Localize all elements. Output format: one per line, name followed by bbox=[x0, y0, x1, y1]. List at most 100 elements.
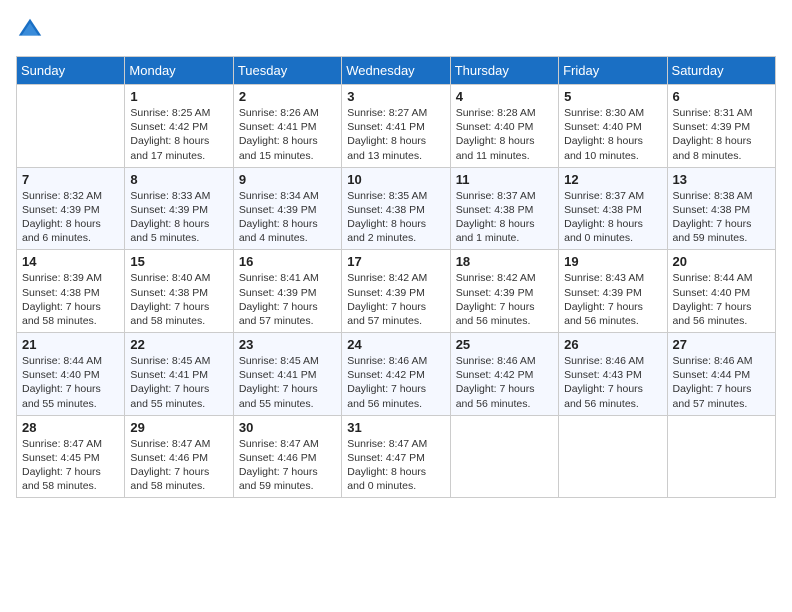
calendar-cell: 9 Sunrise: 8:34 AM Sunset: 4:39 PM Daylig… bbox=[233, 167, 341, 250]
day-info: Sunrise: 8:41 AM Sunset: 4:39 PM Dayligh… bbox=[239, 271, 336, 328]
calendar-cell: 10 Sunrise: 8:35 AM Sunset: 4:38 PM Dayli… bbox=[342, 167, 450, 250]
day-number: 18 bbox=[456, 254, 553, 269]
day-info: Sunrise: 8:47 AM Sunset: 4:45 PM Dayligh… bbox=[22, 437, 119, 494]
calendar-cell: 15 Sunrise: 8:40 AM Sunset: 4:38 PM Dayli… bbox=[125, 250, 233, 333]
day-info: Sunrise: 8:44 AM Sunset: 4:40 PM Dayligh… bbox=[22, 354, 119, 411]
day-info: Sunrise: 8:45 AM Sunset: 4:41 PM Dayligh… bbox=[239, 354, 336, 411]
calendar-week-row: 1Sunrise: 8:25 AM Sunset: 4:42 PM Daylig… bbox=[17, 85, 776, 168]
day-number: 11 bbox=[456, 172, 553, 187]
day-number: 21 bbox=[22, 337, 119, 352]
day-info: Sunrise: 8:42 AM Sunset: 4:39 PM Dayligh… bbox=[347, 271, 444, 328]
day-of-week-header: Sunday bbox=[17, 57, 125, 85]
day-info: Sunrise: 8:37 AM Sunset: 4:38 PM Dayligh… bbox=[456, 189, 553, 246]
calendar-week-row: 28Sunrise: 8:47 AM Sunset: 4:45 PM Dayli… bbox=[17, 415, 776, 498]
calendar-cell: 22 Sunrise: 8:45 AM Sunset: 4:41 PM Dayli… bbox=[125, 333, 233, 416]
day-number: 14 bbox=[22, 254, 119, 269]
calendar-cell: 3 Sunrise: 8:27 AM Sunset: 4:41 PM Daylig… bbox=[342, 85, 450, 168]
day-info: Sunrise: 8:34 AM Sunset: 4:39 PM Dayligh… bbox=[239, 189, 336, 246]
day-number: 24 bbox=[347, 337, 444, 352]
calendar-cell: 5Sunrise: 8:30 AM Sunset: 4:40 PM Daylig… bbox=[559, 85, 667, 168]
calendar-cell bbox=[667, 415, 775, 498]
calendar-cell: 20Sunrise: 8:44 AM Sunset: 4:40 PM Dayli… bbox=[667, 250, 775, 333]
day-number: 22 bbox=[130, 337, 227, 352]
day-number: 2 bbox=[239, 89, 336, 104]
day-number: 26 bbox=[564, 337, 661, 352]
day-number: 8 bbox=[130, 172, 227, 187]
day-info: Sunrise: 8:33 AM Sunset: 4:39 PM Dayligh… bbox=[130, 189, 227, 246]
calendar-header-row: SundayMondayTuesdayWednesdayThursdayFrid… bbox=[17, 57, 776, 85]
calendar-cell: 14Sunrise: 8:39 AM Sunset: 4:38 PM Dayli… bbox=[17, 250, 125, 333]
calendar-cell: 8 Sunrise: 8:33 AM Sunset: 4:39 PM Daylig… bbox=[125, 167, 233, 250]
day-number: 13 bbox=[673, 172, 770, 187]
calendar-cell bbox=[17, 85, 125, 168]
day-number: 23 bbox=[239, 337, 336, 352]
day-info: Sunrise: 8:40 AM Sunset: 4:38 PM Dayligh… bbox=[130, 271, 227, 328]
day-number: 7 bbox=[22, 172, 119, 187]
day-number: 16 bbox=[239, 254, 336, 269]
calendar-cell: 2 Sunrise: 8:26 AM Sunset: 4:41 PM Daylig… bbox=[233, 85, 341, 168]
calendar-week-row: 21 Sunrise: 8:44 AM Sunset: 4:40 PM Dayli… bbox=[17, 333, 776, 416]
calendar-cell: 29 Sunrise: 8:47 AM Sunset: 4:46 PM Dayli… bbox=[125, 415, 233, 498]
calendar-week-row: 7 Sunrise: 8:32 AM Sunset: 4:39 PM Daylig… bbox=[17, 167, 776, 250]
calendar-cell: 28Sunrise: 8:47 AM Sunset: 4:45 PM Dayli… bbox=[17, 415, 125, 498]
day-info: Sunrise: 8:47 AM Sunset: 4:47 PM Dayligh… bbox=[347, 437, 444, 494]
day-number: 25 bbox=[456, 337, 553, 352]
calendar-cell: 4 Sunrise: 8:28 AM Sunset: 4:40 PM Daylig… bbox=[450, 85, 558, 168]
calendar-week-row: 14Sunrise: 8:39 AM Sunset: 4:38 PM Dayli… bbox=[17, 250, 776, 333]
day-number: 3 bbox=[347, 89, 444, 104]
calendar-cell: 13 Sunrise: 8:38 AM Sunset: 4:38 PM Dayli… bbox=[667, 167, 775, 250]
day-number: 15 bbox=[130, 254, 227, 269]
day-info: Sunrise: 8:31 AM Sunset: 4:39 PM Dayligh… bbox=[673, 106, 770, 163]
day-info: Sunrise: 8:38 AM Sunset: 4:38 PM Dayligh… bbox=[673, 189, 770, 246]
day-info: Sunrise: 8:46 AM Sunset: 4:42 PM Dayligh… bbox=[456, 354, 553, 411]
day-info: Sunrise: 8:37 AM Sunset: 4:38 PM Dayligh… bbox=[564, 189, 661, 246]
day-number: 5 bbox=[564, 89, 661, 104]
calendar-cell: 26 Sunrise: 8:46 AM Sunset: 4:43 PM Dayli… bbox=[559, 333, 667, 416]
day-of-week-header: Wednesday bbox=[342, 57, 450, 85]
day-info: Sunrise: 8:46 AM Sunset: 4:43 PM Dayligh… bbox=[564, 354, 661, 411]
calendar-cell: 23 Sunrise: 8:45 AM Sunset: 4:41 PM Dayli… bbox=[233, 333, 341, 416]
day-of-week-header: Saturday bbox=[667, 57, 775, 85]
day-number: 10 bbox=[347, 172, 444, 187]
day-number: 12 bbox=[564, 172, 661, 187]
day-of-week-header: Tuesday bbox=[233, 57, 341, 85]
day-number: 29 bbox=[130, 420, 227, 435]
day-of-week-header: Friday bbox=[559, 57, 667, 85]
day-number: 4 bbox=[456, 89, 553, 104]
calendar-cell bbox=[450, 415, 558, 498]
day-of-week-header: Thursday bbox=[450, 57, 558, 85]
calendar-cell: 1Sunrise: 8:25 AM Sunset: 4:42 PM Daylig… bbox=[125, 85, 233, 168]
day-number: 31 bbox=[347, 420, 444, 435]
calendar-cell: 21 Sunrise: 8:44 AM Sunset: 4:40 PM Dayli… bbox=[17, 333, 125, 416]
day-info: Sunrise: 8:26 AM Sunset: 4:41 PM Dayligh… bbox=[239, 106, 336, 163]
day-of-week-header: Monday bbox=[125, 57, 233, 85]
day-number: 9 bbox=[239, 172, 336, 187]
day-info: Sunrise: 8:47 AM Sunset: 4:46 PM Dayligh… bbox=[130, 437, 227, 494]
calendar-cell: 27 Sunrise: 8:46 AM Sunset: 4:44 PM Dayli… bbox=[667, 333, 775, 416]
day-info: Sunrise: 8:25 AM Sunset: 4:42 PM Dayligh… bbox=[130, 106, 227, 163]
calendar-cell: 30 Sunrise: 8:47 AM Sunset: 4:46 PM Dayli… bbox=[233, 415, 341, 498]
day-number: 30 bbox=[239, 420, 336, 435]
day-number: 19 bbox=[564, 254, 661, 269]
calendar-table: SundayMondayTuesdayWednesdayThursdayFrid… bbox=[16, 56, 776, 498]
day-info: Sunrise: 8:32 AM Sunset: 4:39 PM Dayligh… bbox=[22, 189, 119, 246]
calendar-cell: 6 Sunrise: 8:31 AM Sunset: 4:39 PM Daylig… bbox=[667, 85, 775, 168]
calendar-cell: 11 Sunrise: 8:37 AM Sunset: 4:38 PM Dayli… bbox=[450, 167, 558, 250]
day-number: 6 bbox=[673, 89, 770, 104]
calendar-cell: 24 Sunrise: 8:46 AM Sunset: 4:42 PM Dayli… bbox=[342, 333, 450, 416]
page-header bbox=[16, 16, 776, 44]
calendar-cell: 18Sunrise: 8:42 AM Sunset: 4:39 PM Dayli… bbox=[450, 250, 558, 333]
day-number: 20 bbox=[673, 254, 770, 269]
calendar-cell: 17 Sunrise: 8:42 AM Sunset: 4:39 PM Dayli… bbox=[342, 250, 450, 333]
calendar-cell: 12 Sunrise: 8:37 AM Sunset: 4:38 PM Dayli… bbox=[559, 167, 667, 250]
day-number: 17 bbox=[347, 254, 444, 269]
day-number: 27 bbox=[673, 337, 770, 352]
day-info: Sunrise: 8:27 AM Sunset: 4:41 PM Dayligh… bbox=[347, 106, 444, 163]
day-info: Sunrise: 8:45 AM Sunset: 4:41 PM Dayligh… bbox=[130, 354, 227, 411]
calendar-cell: 19Sunrise: 8:43 AM Sunset: 4:39 PM Dayli… bbox=[559, 250, 667, 333]
day-info: Sunrise: 8:35 AM Sunset: 4:38 PM Dayligh… bbox=[347, 189, 444, 246]
day-info: Sunrise: 8:47 AM Sunset: 4:46 PM Dayligh… bbox=[239, 437, 336, 494]
day-info: Sunrise: 8:46 AM Sunset: 4:42 PM Dayligh… bbox=[347, 354, 444, 411]
day-info: Sunrise: 8:46 AM Sunset: 4:44 PM Dayligh… bbox=[673, 354, 770, 411]
day-info: Sunrise: 8:28 AM Sunset: 4:40 PM Dayligh… bbox=[456, 106, 553, 163]
